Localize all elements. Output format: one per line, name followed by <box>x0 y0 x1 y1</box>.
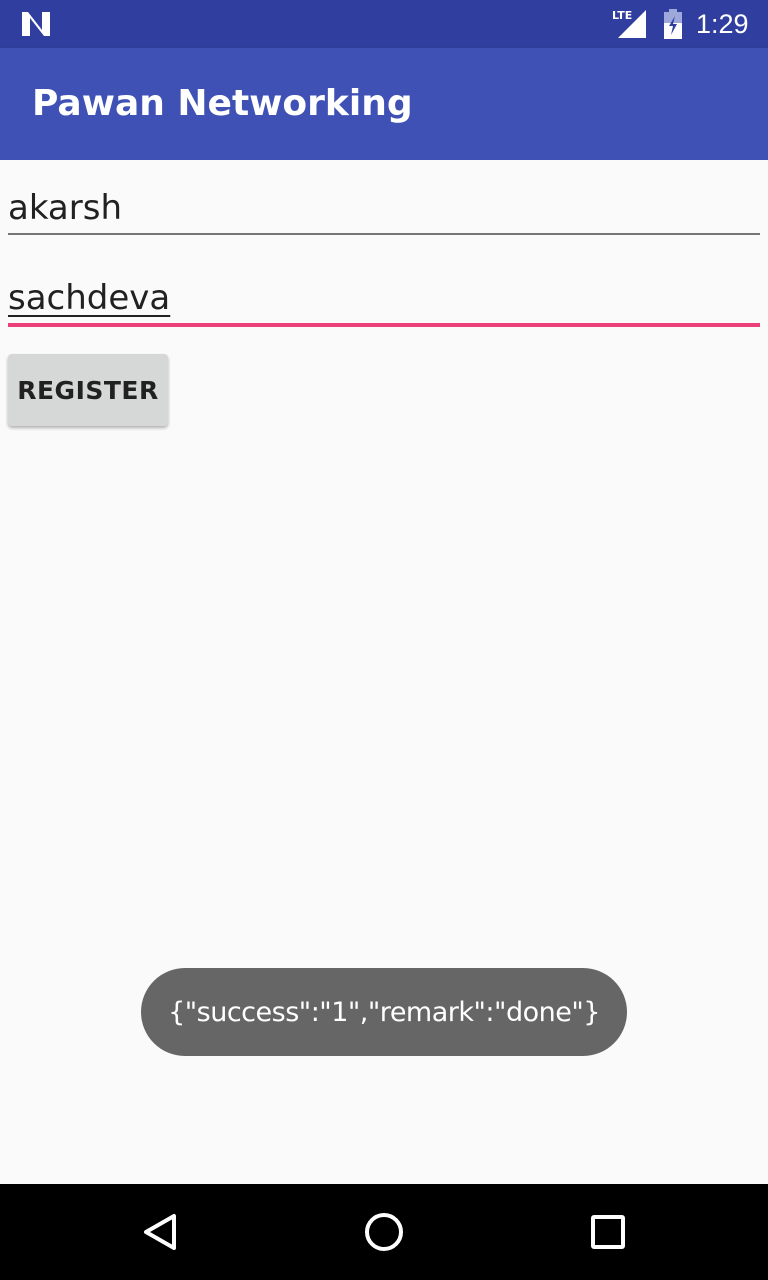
second-text-field[interactable]: sachdeva <box>8 268 760 328</box>
toast-message: {"success":"1","remark":"done"} <box>141 968 627 1056</box>
battery-icon <box>664 9 682 39</box>
home-icon[interactable] <box>360 1208 408 1256</box>
second-field-underline-focused <box>8 323 760 327</box>
recents-icon[interactable] <box>584 1208 632 1256</box>
status-bar: LTE 1:29 <box>0 0 768 48</box>
notification-n-icon <box>22 12 50 36</box>
first-field-value[interactable]: akarsh <box>8 178 122 238</box>
first-field-underline <box>8 233 760 235</box>
navigation-bar <box>0 1184 768 1280</box>
network-label: LTE <box>612 9 632 22</box>
status-clock: 1:29 <box>696 9 749 39</box>
second-field-value[interactable]: sachdeva <box>8 268 170 328</box>
app-bar: Pawan Networking <box>0 48 768 160</box>
first-text-field[interactable]: akarsh <box>8 178 760 238</box>
app-title: Pawan Networking <box>32 83 413 124</box>
lte-signal-icon: LTE <box>612 9 646 38</box>
register-button[interactable]: REGISTER <box>8 354 168 426</box>
back-icon[interactable] <box>136 1208 184 1256</box>
